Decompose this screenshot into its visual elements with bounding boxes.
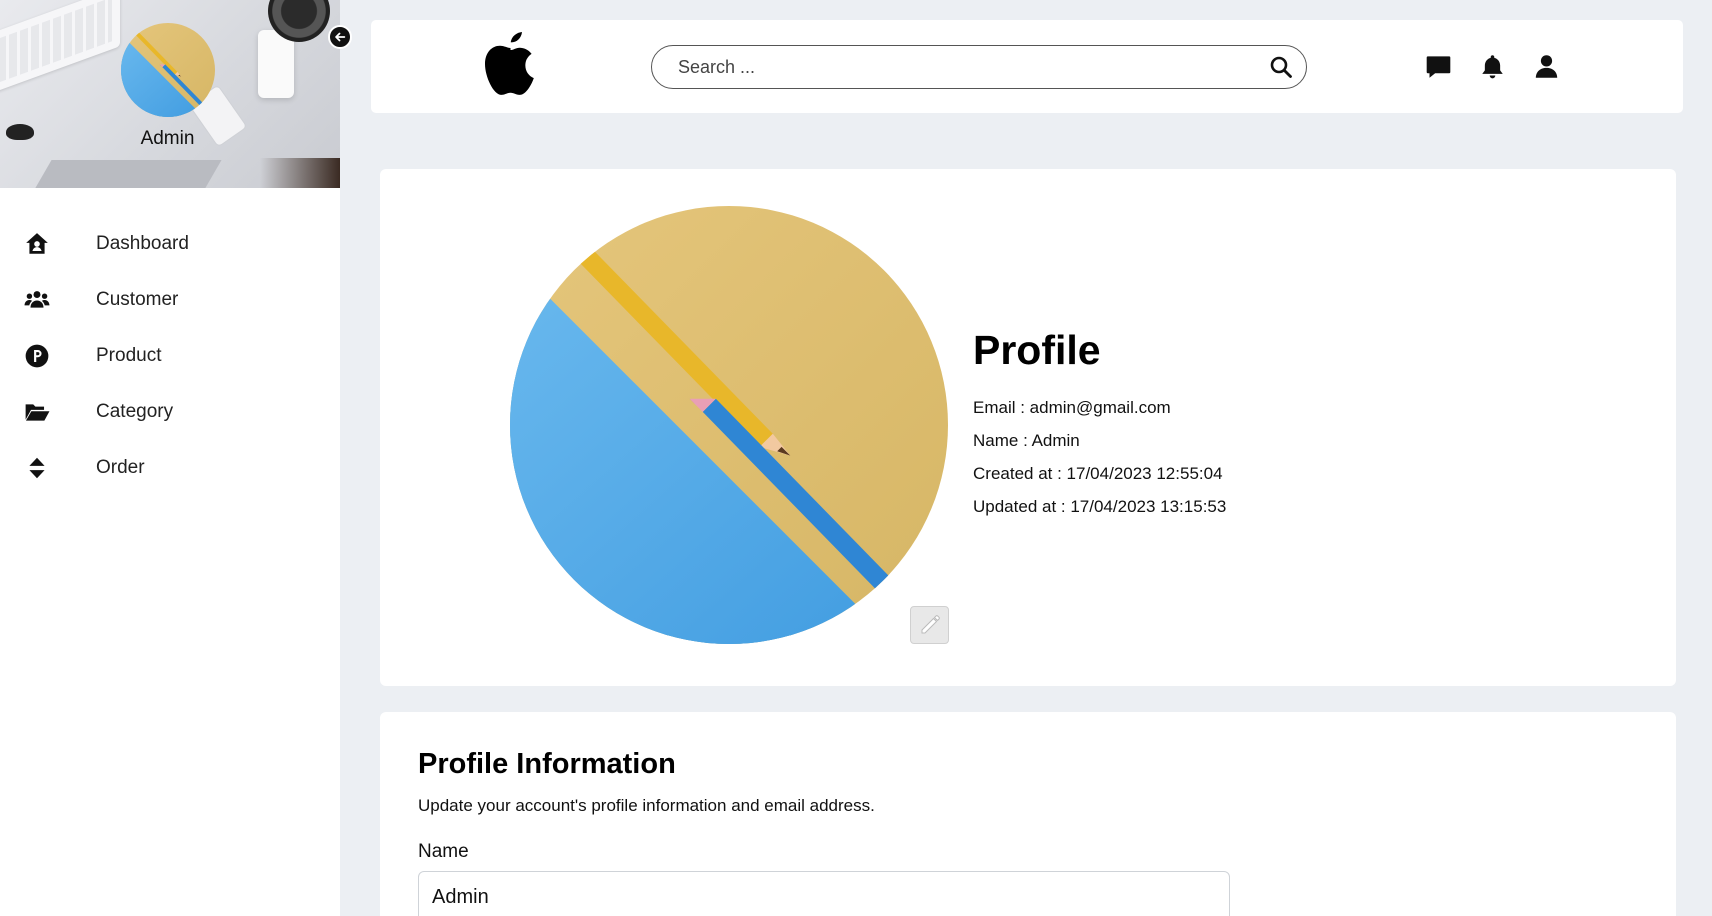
search-icon[interactable] xyxy=(1268,54,1294,80)
name-field-label: Name xyxy=(418,841,469,862)
profile-updated-at: Updated at : 17/04/2023 13:15:53 xyxy=(973,497,1227,516)
user-icon[interactable] xyxy=(1532,51,1560,81)
sidebar-avatar xyxy=(121,23,215,117)
background-shadow xyxy=(260,158,340,188)
background-tablet xyxy=(28,160,222,188)
sidebar-menu: Dashboard Customer Product Category Orde… xyxy=(0,216,340,496)
message-icon[interactable] xyxy=(1424,51,1452,81)
profile-avatar xyxy=(510,206,948,644)
profile-information-title: Profile Information xyxy=(418,748,676,780)
sidebar-admin-name: Admin xyxy=(140,128,195,149)
sidebar-collapse-button[interactable] xyxy=(328,25,352,49)
profile-email: Email : admin@gmail.com xyxy=(973,398,1171,417)
sort-icon xyxy=(23,454,51,482)
edit-avatar-button[interactable] xyxy=(910,606,949,644)
apple-logo-icon[interactable] xyxy=(478,28,544,104)
sidebar-item-dashboard[interactable]: Dashboard xyxy=(0,216,340,272)
sidebar-item-product[interactable]: Product xyxy=(0,328,340,384)
profile-information-card: Profile Information Update your account'… xyxy=(380,712,1676,916)
profile-card: Profile Email : admin@gmail.com Name : A… xyxy=(380,169,1676,686)
home-icon xyxy=(23,230,51,258)
users-icon xyxy=(23,286,51,314)
sidebar-item-label: Order xyxy=(96,457,145,478)
top-bar xyxy=(371,20,1683,113)
search-bar xyxy=(651,45,1307,89)
folder-open-icon xyxy=(23,398,51,426)
bell-icon[interactable] xyxy=(1478,51,1506,81)
sidebar-header: Admin xyxy=(0,0,340,188)
arrow-left-icon xyxy=(335,32,346,42)
name-field[interactable] xyxy=(418,871,1230,916)
search-input[interactable] xyxy=(678,56,1268,78)
product-icon xyxy=(23,342,51,370)
sidebar-item-customer[interactable]: Customer xyxy=(0,272,340,328)
pencil-icon xyxy=(921,615,940,634)
sidebar: Admin Dashboard Customer Product Categor… xyxy=(0,0,340,916)
sidebar-item-label: Product xyxy=(96,345,162,366)
sidebar-item-order[interactable]: Order xyxy=(0,440,340,496)
profile-information-description: Update your account's profile informatio… xyxy=(418,796,875,815)
sidebar-item-label: Dashboard xyxy=(96,233,189,254)
sidebar-item-label: Category xyxy=(96,401,174,422)
sidebar-item-label: Customer xyxy=(96,289,179,310)
profile-created-at: Created at : 17/04/2023 12:55:04 xyxy=(973,464,1223,483)
profile-details: Profile Email : admin@gmail.com Name : A… xyxy=(973,327,1226,530)
top-bar-actions xyxy=(1424,51,1560,81)
background-keyboard xyxy=(0,0,120,94)
profile-name: Name : Admin xyxy=(973,431,1080,450)
sidebar-item-category[interactable]: Category xyxy=(0,384,340,440)
profile-title: Profile xyxy=(973,327,1101,373)
